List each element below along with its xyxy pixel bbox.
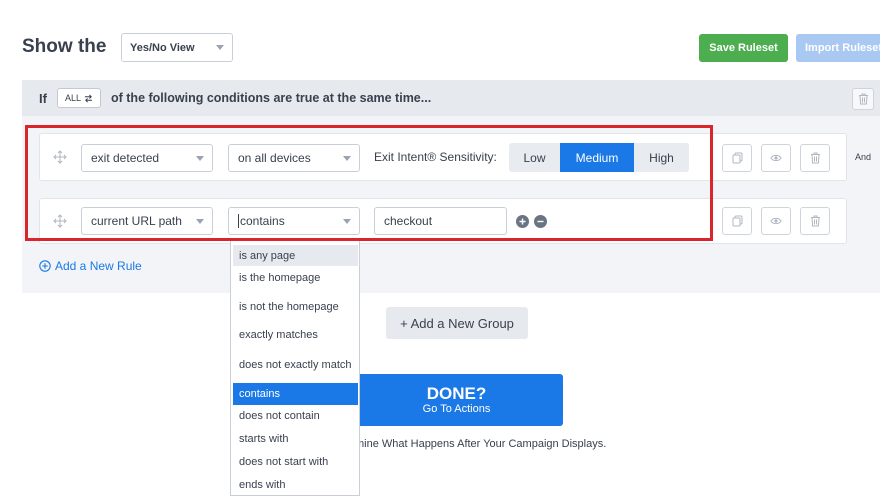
add-rule-link[interactable]: Add a New Rule — [39, 259, 142, 273]
done-subtitle: Go To Actions — [422, 403, 491, 415]
add-group-button[interactable]: + Add a New Group — [386, 307, 528, 339]
import-ruleset-button[interactable]: Import Ruleset — [796, 34, 880, 62]
dropdown-option[interactable]: is the homepage — [233, 268, 358, 288]
preview-rule-button[interactable] — [761, 144, 791, 172]
copy-icon — [732, 215, 743, 227]
duplicate-rule-button[interactable] — [722, 144, 752, 172]
duplicate-rule-button[interactable] — [722, 207, 752, 235]
all-any-toggle[interactable]: ALL — [57, 88, 101, 108]
done-button[interactable]: DONE? Go To Actions — [350, 374, 563, 426]
delete-group-button[interactable] — [852, 88, 874, 110]
and-connector-label: And — [855, 152, 872, 162]
swap-icon — [84, 94, 93, 103]
trash-icon — [810, 152, 821, 164]
dropdown-option[interactable]: ends with — [233, 475, 358, 495]
highlight-box — [25, 125, 713, 241]
delete-rule-button[interactable] — [800, 207, 830, 235]
dropdown-option-selected[interactable]: contains — [233, 383, 358, 405]
done-title: DONE? — [426, 384, 487, 403]
delete-rule-button[interactable] — [800, 144, 830, 172]
dropdown-option[interactable]: does not exactly match — [233, 348, 358, 381]
view-type-value: Yes/No View — [130, 41, 195, 54]
if-label: If — [39, 91, 47, 106]
eye-icon — [770, 154, 782, 162]
page-title: Show the — [22, 36, 107, 57]
conditions-text: of the following conditions are true at … — [111, 91, 432, 105]
preview-rule-button[interactable] — [761, 207, 791, 235]
plus-circle-icon — [39, 260, 51, 272]
add-rule-label: Add a New Rule — [55, 259, 142, 273]
chevron-down-icon — [216, 44, 224, 50]
dropdown-option[interactable]: does not start with — [233, 452, 358, 472]
all-toggle-label: ALL — [64, 93, 81, 103]
dropdown-option[interactable]: exactly matches — [233, 325, 358, 345]
trash-icon — [858, 93, 869, 105]
eye-icon — [770, 217, 782, 225]
trash-icon — [810, 215, 821, 227]
operator-dropdown-menu: is any page is the homepage is not the h… — [230, 241, 360, 496]
view-type-select[interactable]: Yes/No View — [121, 33, 233, 62]
dropdown-option[interactable]: is not the homepage — [233, 290, 358, 323]
dropdown-option[interactable]: does not contain — [233, 406, 358, 426]
copy-icon — [732, 152, 743, 164]
save-ruleset-button[interactable]: Save Ruleset — [699, 34, 788, 62]
dropdown-option[interactable]: starts with — [233, 429, 358, 449]
footer-text: mine What Happens After Your Campaign Di… — [355, 438, 607, 450]
dropdown-option[interactable]: is any page — [233, 245, 358, 266]
